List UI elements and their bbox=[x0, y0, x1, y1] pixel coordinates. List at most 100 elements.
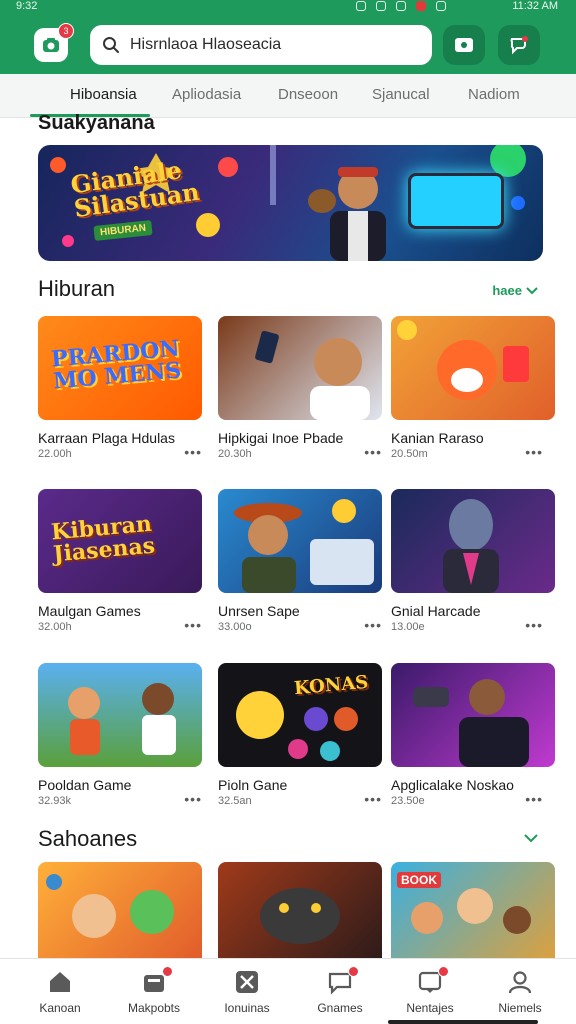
tab-apliodasia[interactable]: Apliodasia bbox=[172, 86, 241, 103]
profile-icon bbox=[507, 969, 533, 995]
card-meta: 20.30h bbox=[218, 448, 252, 460]
game-card[interactable]: Kiburan Jiasenas Maulgan Games 32.00h ••… bbox=[38, 489, 202, 633]
status-bar: 9:32 11:32 AM bbox=[0, 0, 576, 16]
game-card[interactable]: BOOK bbox=[391, 862, 555, 966]
game-card[interactable]: Unrsen Sape 33.00o ••• bbox=[218, 489, 382, 633]
wallet-icon bbox=[455, 38, 473, 52]
app-logo-button[interactable]: 3 bbox=[34, 23, 74, 62]
wolf-illustration bbox=[443, 499, 499, 593]
vr-thumb bbox=[391, 663, 555, 767]
alarm-icon bbox=[356, 1, 366, 11]
thumb-text: BOOK bbox=[397, 872, 441, 888]
nav-label: Niemels bbox=[498, 1001, 542, 1015]
more-options-icon[interactable]: ••• bbox=[364, 617, 382, 633]
dragon-illustration bbox=[260, 888, 340, 944]
status-time-left: 9:32 bbox=[16, 0, 38, 12]
nav-label: Makpobts bbox=[127, 1001, 181, 1015]
card-title: Pooldan Game bbox=[38, 777, 132, 793]
card-title: Karraan Plaga Hdulas bbox=[38, 430, 175, 446]
search-bar[interactable]: Hisrnlaoa Hlaoseacia bbox=[90, 25, 432, 65]
game-card[interactable]: KONAS Pioln Gane 32.5an ••• bbox=[218, 663, 382, 807]
nav-item-kanoan[interactable]: Kanoan bbox=[20, 969, 100, 1015]
card-title: Maulgan Games bbox=[38, 603, 141, 619]
more-options-icon[interactable]: ••• bbox=[525, 791, 543, 807]
nav-item-makpobts[interactable]: Makpobts bbox=[114, 966, 194, 1015]
wolf-thumb bbox=[391, 489, 555, 593]
tab-nadiom[interactable]: Nadiom bbox=[468, 86, 520, 103]
card-title: Hipkigai Inoe Pbade bbox=[218, 430, 344, 446]
game-card[interactable]: Kanian Raraso 20.50m ••• bbox=[391, 316, 555, 460]
more-options-icon[interactable]: ••• bbox=[364, 444, 382, 460]
game-card[interactable]: PRARDON MO MENS Karraan Plaga Hdulas 22.… bbox=[38, 316, 202, 460]
kids-illustration bbox=[68, 683, 176, 755]
fox-thumb bbox=[391, 316, 555, 420]
dragon-thumb bbox=[218, 862, 382, 966]
person-illustration bbox=[255, 330, 370, 420]
thumb-text: PRARDON MO MENS bbox=[50, 335, 183, 395]
chevron-down-icon bbox=[526, 286, 538, 294]
card-meta: 33.00o bbox=[218, 621, 252, 633]
chat-icon bbox=[327, 966, 359, 995]
game-card[interactable]: Apglicalake Noskao 23.50e ••• bbox=[391, 663, 555, 807]
search-input[interactable]: Hisrnlaoa Hlaoseacia bbox=[130, 36, 281, 54]
nav-label: Ionuinas bbox=[224, 1001, 270, 1015]
game-card[interactable]: Hipkigai Inoe Pbade 20.30h ••• bbox=[218, 316, 382, 460]
see-more-label: haee bbox=[492, 283, 522, 298]
more-options-icon[interactable]: ••• bbox=[184, 444, 202, 460]
more-options-icon[interactable]: ••• bbox=[525, 617, 543, 633]
tab-hiboansia[interactable]: Hiboansia bbox=[70, 86, 137, 103]
record-icon bbox=[416, 1, 426, 11]
section-title-sahoanes: Sahoanes bbox=[38, 826, 138, 851]
thumb-text: Kiburan Jiasenas bbox=[50, 510, 157, 568]
game-card[interactable]: Gnial Harcade 13.00e ••• bbox=[391, 489, 555, 633]
tab-dnseoon[interactable]: Dnseoon bbox=[278, 86, 338, 103]
fox-illustration bbox=[397, 320, 529, 400]
card-title: Gnial Harcade bbox=[391, 603, 481, 619]
vr-illustration bbox=[413, 679, 529, 767]
card-title: Apglicalake Noskao bbox=[391, 777, 514, 793]
nav-item-ionuinas[interactable]: Ionuinas bbox=[207, 969, 287, 1015]
game-card[interactable] bbox=[218, 862, 382, 966]
more-options-icon[interactable]: ••• bbox=[184, 791, 202, 807]
badge-dot bbox=[162, 966, 173, 977]
character-illustration bbox=[308, 167, 386, 261]
search-icon bbox=[103, 37, 119, 53]
game-card[interactable]: Pooldan Game 32.93k ••• bbox=[38, 663, 202, 807]
status-icons bbox=[356, 1, 446, 11]
party-thumb: BOOK bbox=[391, 862, 555, 966]
game-thumb: Kiburan Jiasenas bbox=[38, 489, 202, 593]
nav-item-gnames[interactable]: Gnames bbox=[300, 966, 380, 1015]
home-icon bbox=[47, 969, 73, 995]
status-time-right: 11:32 AM bbox=[512, 0, 558, 12]
game-thumb: PRARDON MO MENS bbox=[38, 316, 202, 420]
vibrate-icon bbox=[376, 1, 386, 11]
featured-banner[interactable]: Gianiale Silastuan HIBURAN bbox=[38, 145, 543, 261]
store-icon bbox=[141, 966, 173, 995]
game-card[interactable] bbox=[38, 862, 202, 966]
tools-icon bbox=[234, 969, 260, 995]
more-options-icon[interactable]: ••• bbox=[364, 791, 382, 807]
card-meta: 23.50e bbox=[391, 795, 425, 807]
tablet-illustration bbox=[408, 173, 504, 229]
bear-thumb: KONAS bbox=[218, 663, 382, 767]
badge-dot bbox=[438, 966, 449, 977]
card-meta: 13.00e bbox=[391, 621, 425, 633]
cowboy-thumb bbox=[218, 489, 382, 593]
more-options-icon[interactable]: ••• bbox=[184, 617, 202, 633]
nav-item-niemels[interactable]: Niemels bbox=[480, 969, 560, 1015]
chevron-down-icon[interactable] bbox=[524, 834, 538, 843]
tab-sjanucal[interactable]: Sjanucal bbox=[372, 86, 430, 103]
more-options-icon[interactable]: ••• bbox=[525, 444, 543, 460]
cowboy-illustration bbox=[234, 499, 374, 593]
see-more-link[interactable]: haee bbox=[492, 283, 538, 298]
card-meta: 32.5an bbox=[218, 795, 252, 807]
nav-label: Kanoan bbox=[39, 1001, 81, 1015]
notification-badge: 3 bbox=[58, 23, 74, 39]
cartoon-thumb bbox=[38, 862, 202, 966]
home-indicator[interactable] bbox=[388, 1020, 538, 1024]
chat-button[interactable] bbox=[498, 25, 540, 65]
wallet-button[interactable] bbox=[443, 25, 485, 65]
card-title: Kanian Raraso bbox=[391, 430, 484, 446]
nav-item-nentajes[interactable]: Nentajes bbox=[390, 966, 470, 1015]
card-meta: 32.00h bbox=[38, 621, 72, 633]
